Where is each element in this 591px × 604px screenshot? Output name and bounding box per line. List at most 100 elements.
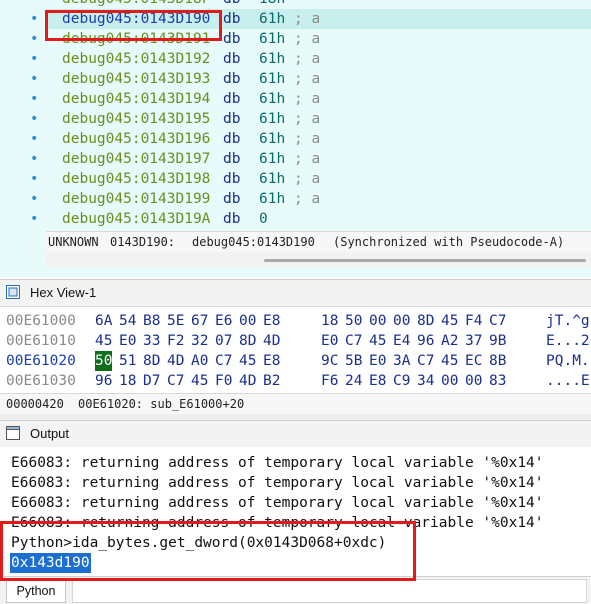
disasm-line[interactable]: debug045:0143D197 db 61h ; a [46,149,591,169]
breakpoint-dot-icon[interactable]: • [30,52,38,66]
hex-byte[interactable]: A2 [441,331,458,351]
disasm-line[interactable]: debug045:0143D18F db 18h [46,0,591,9]
hex-byte[interactable]: 54 [119,311,136,331]
hex-byte[interactable]: 67 [191,311,208,331]
scrollbar-thumb[interactable] [264,259,586,262]
disasm-line[interactable]: debug045:0143D193 db 61h ; a [46,69,591,89]
hex-byte[interactable]: 3A [393,351,410,371]
hex-byte[interactable]: 4D [167,351,184,371]
output-console[interactable]: E66083: returning address of temporary l… [0,447,591,576]
breakpoint-dot-icon[interactable]: • [30,112,38,126]
hex-byte[interactable]: 8B [489,351,506,371]
hex-byte[interactable]: 00 [369,311,386,331]
hex-byte[interactable]: F2 [167,331,184,351]
hex-byte[interactable]: E6 [215,311,232,331]
hex-byte[interactable]: 4D [263,331,280,351]
hex-byte[interactable]: B8 [143,311,160,331]
hex-byte[interactable]: 45 [191,371,208,391]
hex-byte[interactable]: 8D [417,311,434,331]
hex-byte[interactable]: 00 [393,311,410,331]
hex-byte[interactable]: 37 [465,331,482,351]
hex-view-header[interactable]: Hex View-1 [0,279,591,307]
horizontal-scrollbar[interactable] [46,252,591,268]
hex-byte[interactable]: F4 [465,311,482,331]
hex-byte[interactable]: 24 [345,371,362,391]
hex-byte[interactable]: 9C [321,351,338,371]
hex-byte[interactable]: E0 [369,351,386,371]
hex-byte[interactable]: C7 [215,351,232,371]
hex-row[interactable]: 00E61020 50 51 8D 4D A0 C7 45 E8 9C 5B E0 3A C7 45 EC 8B… [0,351,591,371]
disasm-line[interactable]: debug045:0143D199 db 61h ; a [46,189,591,209]
hex-byte[interactable]: 45 [441,351,458,371]
breakpoint-dot-icon[interactable]: • [30,172,38,186]
hex-byte[interactable]: 34 [417,371,434,391]
disasm-line[interactable]: debug045:0143D198 db 61h ; a [46,169,591,189]
hex-row[interactable]: 00E61000 6A 54 B8 5E 67 E6 00 E8 18 50 00 00 8D 45 F4 C7… [0,311,591,331]
hex-byte[interactable]: 00 [239,311,256,331]
hex-byte[interactable]: 45 [239,351,256,371]
breakpoint-dot-icon[interactable]: • [30,192,38,206]
hex-byte[interactable]: C9 [393,371,410,391]
hex-byte[interactable]: 33 [143,331,160,351]
hex-byte[interactable]: C7 [345,331,362,351]
disasm-line[interactable]: debug045:0143D196 db 61h ; a [46,129,591,149]
hex-byte[interactable]: C7 [489,311,506,331]
breakpoint-dot-icon[interactable]: • [30,72,38,86]
hex-byte[interactable]: 45 [95,331,112,351]
hex-byte[interactable]: 6A [95,311,112,331]
hex-byte[interactable]: 50 [345,311,362,331]
disassembly-view[interactable]: ••••••••••• debug045:0143D18Fdb18hdebug0… [0,0,591,277]
hex-byte[interactable]: 00 [465,371,482,391]
hex-byte[interactable]: E8 [263,351,280,371]
disasm-line[interactable]: debug045:0143D194 db 61h ; a [46,89,591,109]
breakpoint-dot-icon[interactable]: • [30,132,38,146]
hex-byte[interactable]: 45 [369,331,386,351]
hex-byte[interactable]: 18 [119,371,136,391]
hex-byte[interactable]: E4 [393,331,410,351]
hex-view-body[interactable]: 00E61000 6A 54 B8 5E 67 E6 00 E8 18 50 00 00 8D 45 F4 C7… [0,310,591,393]
command-input[interactable] [72,579,587,603]
hex-byte[interactable]: E0 [119,331,136,351]
hex-byte[interactable]: 51 [119,351,136,371]
interpreter-select-button[interactable]: Python [6,579,66,603]
hex-byte[interactable]: 07 [215,331,232,351]
hex-byte[interactable]: 9B [489,331,506,351]
breakpoint-dot-icon[interactable]: • [30,12,38,26]
hex-byte[interactable]: 4D [239,371,256,391]
hex-row[interactable]: 00E61030 96 18 D7 C7 45 F0 4D B2 F6 24 E8 C9 34 00 00 83… [0,371,591,391]
hex-row[interactable]: 00E61010 45 E0 33 F2 32 07 8D 4D E0 C7 45 E4 96 A2 37 9B… [0,331,591,351]
hex-byte[interactable]: B2 [263,371,280,391]
hex-byte[interactable]: 96 [417,331,434,351]
hex-byte[interactable]: 8D [143,351,160,371]
breakpoint-dot-icon[interactable]: • [30,32,38,46]
hex-byte[interactable]: 50 [95,351,113,371]
breakpoint-dot-icon[interactable]: • [30,212,38,226]
hex-byte[interactable]: C7 [167,371,184,391]
hex-byte[interactable]: A0 [191,351,208,371]
hex-byte[interactable]: 00 [441,371,458,391]
disasm-line[interactable]: debug045:0143D19A db 0 [46,209,591,229]
hex-byte[interactable]: E8 [263,311,280,331]
hex-byte[interactable]: 5B [345,351,362,371]
hex-byte[interactable]: 83 [489,371,506,391]
disasm-line[interactable]: debug045:0143D190 db 61h ; a [46,9,591,29]
hex-byte[interactable]: EC [465,351,482,371]
hex-byte[interactable]: D7 [143,371,160,391]
disasm-line[interactable]: debug045:0143D192 db 61h ; a [46,49,591,69]
disasm-line[interactable]: debug045:0143D195 db 61h ; a [46,109,591,129]
hex-byte[interactable]: E8 [369,371,386,391]
hex-byte[interactable]: 5E [167,311,184,331]
hex-byte[interactable]: 8D [239,331,256,351]
hex-byte[interactable]: F6 [321,371,338,391]
hex-byte[interactable]: E0 [321,331,338,351]
breakpoint-dot-icon[interactable]: • [30,92,38,106]
hex-byte[interactable]: F0 [215,371,232,391]
breakpoint-gutter[interactable]: • • • • • • • • • • • [0,0,46,277]
disasm-line[interactable]: debug045:0143D191 db 61h ; a [46,29,591,49]
hex-byte[interactable]: C7 [417,351,434,371]
hex-byte[interactable]: 32 [191,331,208,351]
hex-byte[interactable]: 96 [95,371,112,391]
breakpoint-dot-icon[interactable]: • [30,152,38,166]
hex-byte[interactable]: 18 [321,311,338,331]
hex-byte[interactable]: 45 [441,311,458,331]
